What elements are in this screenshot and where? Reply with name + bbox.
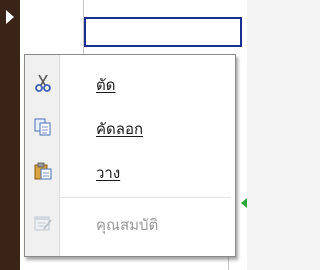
menu-item-cut-label: ตัด	[96, 76, 116, 94]
scissors-icon	[34, 74, 52, 92]
context-menu: ตัด คัดลอก วาง คุณสมบัติ	[24, 54, 236, 257]
top-input-box[interactable]	[84, 17, 242, 47]
left-dark-strip	[0, 0, 20, 270]
menu-item-copy[interactable]: คัดลอก	[25, 109, 235, 145]
menu-item-paste-label: วาง	[96, 164, 121, 182]
menu-item-cut[interactable]: ตัด	[25, 65, 235, 101]
menu-item-properties-label: คุณสมบัติ	[96, 216, 159, 234]
copy-icon	[34, 118, 52, 136]
expand-arrow-icon[interactable]	[6, 10, 14, 24]
menu-separator	[61, 197, 231, 198]
menu-item-properties[interactable]: คุณสมบัติ	[25, 205, 235, 241]
menu-item-copy-label: คัดลอก	[96, 120, 144, 138]
properties-icon	[34, 214, 52, 232]
green-marker-icon	[241, 198, 247, 208]
menu-item-paste[interactable]: วาง	[25, 153, 235, 189]
paste-icon	[34, 162, 52, 180]
